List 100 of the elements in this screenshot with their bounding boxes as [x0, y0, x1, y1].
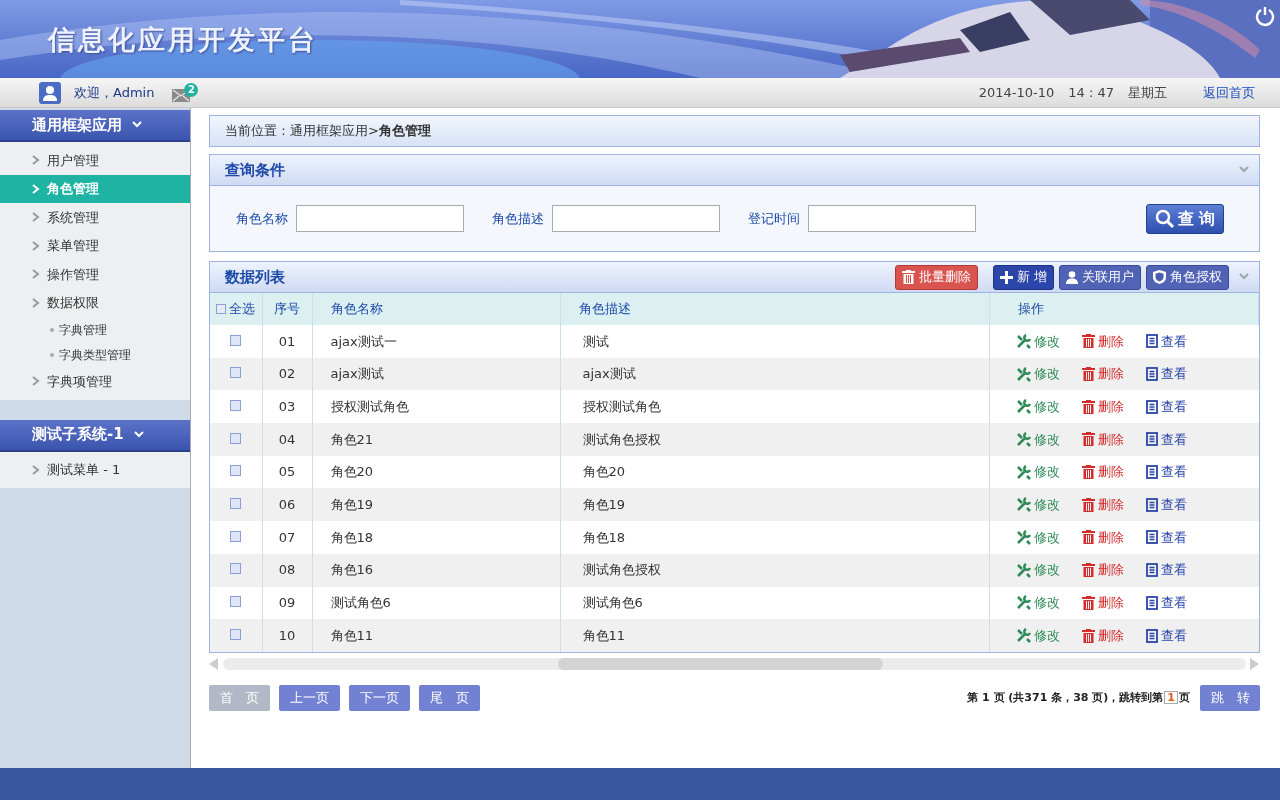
row-action-link[interactable]: 修改 — [1015, 331, 1060, 352]
page-button[interactable]: 上一页 — [279, 684, 340, 711]
row-action-link[interactable]: 删除 — [1081, 495, 1124, 515]
row-action-link[interactable]: 修改 — [1015, 429, 1060, 450]
row-checkbox[interactable] — [230, 367, 242, 379]
row-action-link[interactable]: 查看 — [1145, 396, 1187, 417]
row-action-link[interactable]: 删除 — [1081, 593, 1124, 613]
row-action-link[interactable]: 查看 — [1145, 495, 1187, 515]
row-action-link[interactable]: 查看 — [1145, 364, 1187, 384]
column-header: 序号 — [274, 301, 300, 317]
menu-item[interactable]: 用户管理 — [0, 146, 190, 175]
row-action-link[interactable]: 查看 — [1145, 560, 1187, 580]
home-link[interactable]: 返回首页 — [1203, 82, 1255, 103]
select-all-checkbox[interactable]: 全选 — [216, 298, 256, 319]
row-action-link[interactable]: 查看 — [1145, 331, 1187, 352]
trash-icon — [1081, 399, 1095, 414]
horizontal-scrollbar[interactable] — [209, 655, 1260, 672]
table-cell: 02 — [278, 366, 296, 382]
menu-item[interactable]: 菜单管理 — [0, 231, 190, 260]
chevron-down-icon — [133, 430, 144, 439]
row-action-link[interactable]: 查看 — [1145, 527, 1187, 548]
page-button[interactable]: 下一页 — [349, 684, 410, 711]
row-action-link[interactable]: 删除 — [1081, 331, 1124, 352]
collapse-icon[interactable] — [1239, 273, 1249, 281]
menu-group-header[interactable]: 通用框架应用 — [0, 110, 190, 142]
trash-icon — [1081, 334, 1095, 349]
table-cell: 测试角色授权 — [582, 562, 661, 578]
page-button[interactable]: 尾 页 — [419, 684, 480, 711]
menu-item[interactable]: 操作管理 — [0, 260, 190, 289]
menu-item[interactable]: 数据权限 — [0, 288, 190, 317]
power-icon[interactable] — [1254, 5, 1276, 27]
chevron-down-icon — [132, 121, 142, 129]
person-icon — [1066, 270, 1078, 284]
wrench-icon — [1015, 399, 1031, 415]
row-action-link[interactable]: 删除 — [1081, 625, 1124, 646]
panel-title: 数据列表 — [225, 266, 285, 288]
jump-button[interactable]: 跳 转 — [1200, 684, 1260, 711]
search-button[interactable]: 查 询 — [1146, 203, 1224, 234]
scroll-right-icon[interactable] — [1250, 657, 1260, 670]
trash-icon — [1081, 628, 1095, 643]
menu-group-header[interactable]: 测试子系统-1 — [0, 419, 190, 452]
input-field[interactable] — [552, 205, 720, 232]
submenu-item[interactable]: 字典管理 — [0, 317, 190, 342]
table-cell: ajax测试 — [330, 366, 384, 382]
row-action-link[interactable]: 修改 — [1015, 560, 1060, 580]
row-checkbox[interactable] — [230, 465, 242, 477]
row-action-link[interactable]: 修改 — [1015, 364, 1060, 384]
collapse-icon[interactable] — [1239, 166, 1249, 174]
row-action-link[interactable]: 删除 — [1081, 560, 1124, 580]
wrench-icon — [1015, 431, 1031, 447]
column-header: 角色描述 — [578, 301, 631, 317]
toolbar-button[interactable]: 新 增 — [992, 264, 1054, 290]
row-action-link[interactable]: 修改 — [1015, 396, 1060, 417]
toolbar-button[interactable]: 批量删除 — [894, 264, 978, 290]
submenu-item[interactable]: 字典类型管理 — [0, 342, 190, 367]
user-avatar-icon — [39, 81, 61, 104]
document-icon — [1145, 530, 1158, 545]
row-checkbox[interactable] — [230, 334, 242, 346]
page-input-field[interactable]: 1 — [1164, 691, 1178, 705]
row-action-link[interactable]: 删除 — [1081, 462, 1124, 482]
shield-icon — [1153, 270, 1166, 284]
row-action-link[interactable]: 删除 — [1081, 527, 1124, 548]
input-field[interactable] — [296, 205, 464, 232]
input-field[interactable] — [808, 205, 976, 232]
row-checkbox[interactable] — [230, 628, 242, 640]
menu-item[interactable]: 系统管理 — [0, 203, 190, 232]
row-checkbox[interactable] — [230, 399, 242, 411]
field-label: 角色名称 — [236, 209, 288, 228]
row-action-link[interactable]: 修改 — [1015, 527, 1060, 548]
row-action-link[interactable]: 修改 — [1015, 495, 1060, 515]
row-action-link[interactable]: 查看 — [1145, 625, 1187, 646]
scroll-left-icon[interactable] — [209, 657, 219, 670]
trash-icon — [1081, 595, 1095, 610]
table-cell: 10 — [278, 627, 296, 643]
row-action-link[interactable]: 修改 — [1015, 462, 1060, 482]
row-checkbox[interactable] — [230, 498, 242, 510]
menu-item[interactable]: 字典项管理 — [0, 367, 190, 396]
row-action-link[interactable]: 修改 — [1015, 625, 1060, 646]
row-action-link[interactable]: 删除 — [1081, 396, 1124, 417]
table-cell: 角色20 — [582, 464, 626, 480]
table-cell: 角色20 — [330, 464, 374, 480]
welcome-text: 欢迎，Admin — [74, 83, 155, 102]
table-cell: 01 — [278, 333, 296, 349]
row-action-link[interactable]: 修改 — [1015, 593, 1060, 613]
column-header: 操作 — [1017, 301, 1044, 317]
table-cell: 授权测试角色 — [330, 398, 409, 414]
row-action-link[interactable]: 删除 — [1081, 364, 1124, 384]
row-action-link[interactable]: 删除 — [1081, 429, 1124, 450]
toolbar-button[interactable]: 角色授权 — [1146, 264, 1229, 290]
toolbar-button[interactable]: 关联用户 — [1059, 264, 1141, 290]
row-action-link[interactable]: 查看 — [1145, 462, 1187, 482]
wrench-icon — [1015, 562, 1031, 578]
row-checkbox[interactable] — [230, 432, 242, 444]
unread-badge: 2 — [184, 83, 199, 97]
row-checkbox[interactable] — [230, 596, 242, 608]
table-cell: 授权测试角色 — [582, 398, 661, 414]
row-action-link[interactable]: 查看 — [1145, 429, 1187, 450]
row-action-link[interactable]: 查看 — [1145, 593, 1187, 613]
row-checkbox[interactable] — [230, 563, 242, 575]
row-checkbox[interactable] — [230, 530, 242, 542]
